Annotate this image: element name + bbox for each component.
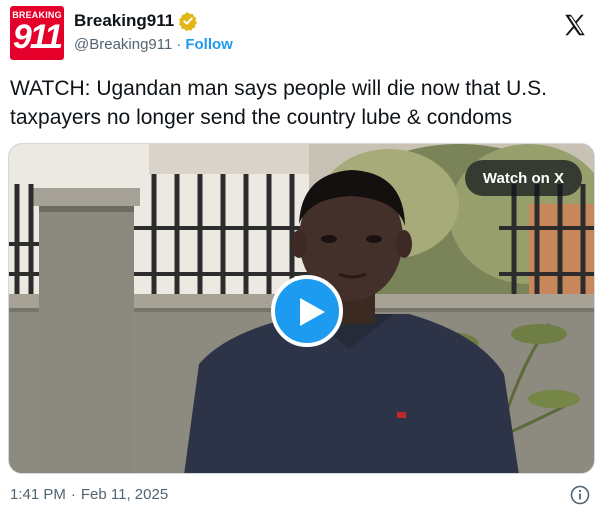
watch-on-x-button[interactable]: Watch on X	[464, 160, 582, 196]
video-player[interactable]: Watch on X	[8, 143, 595, 474]
name-row: Breaking911	[74, 10, 198, 32]
verified-badge-icon	[178, 11, 198, 32]
timestamp-row: 1:41 PM · Feb 11, 2025	[10, 486, 168, 503]
tweet-card: BREAKING 911 Breaking911 @Breaking911 · …	[0, 0, 600, 516]
handle[interactable]: @Breaking911	[74, 36, 172, 53]
info-icon[interactable]	[570, 485, 590, 505]
display-name[interactable]: Breaking911	[74, 11, 174, 31]
post-date[interactable]: Feb 11, 2025	[81, 486, 168, 503]
follow-button[interactable]: Follow	[185, 36, 233, 53]
separator-dot: ·	[176, 36, 182, 53]
x-logo-icon[interactable]	[562, 12, 588, 38]
tweet-text-line-2: taxpayers no longer send the country lub…	[10, 106, 512, 129]
play-icon	[300, 298, 325, 326]
timestamp-separator: ·	[70, 486, 76, 503]
tweet-text-line-1: WATCH: Ugandan man says people will die …	[10, 77, 547, 100]
play-button[interactable]	[271, 275, 343, 347]
handle-row: @Breaking911 · Follow	[74, 36, 233, 53]
tweet-header: BREAKING 911 Breaking911 @Breaking911 · …	[10, 6, 590, 62]
tweet-text: WATCH: Ugandan man says people will die …	[10, 74, 590, 132]
avatar-text-number: 911	[12, 18, 63, 56]
post-time[interactable]: 1:41 PM	[10, 486, 66, 503]
avatar[interactable]: BREAKING 911	[10, 6, 64, 60]
